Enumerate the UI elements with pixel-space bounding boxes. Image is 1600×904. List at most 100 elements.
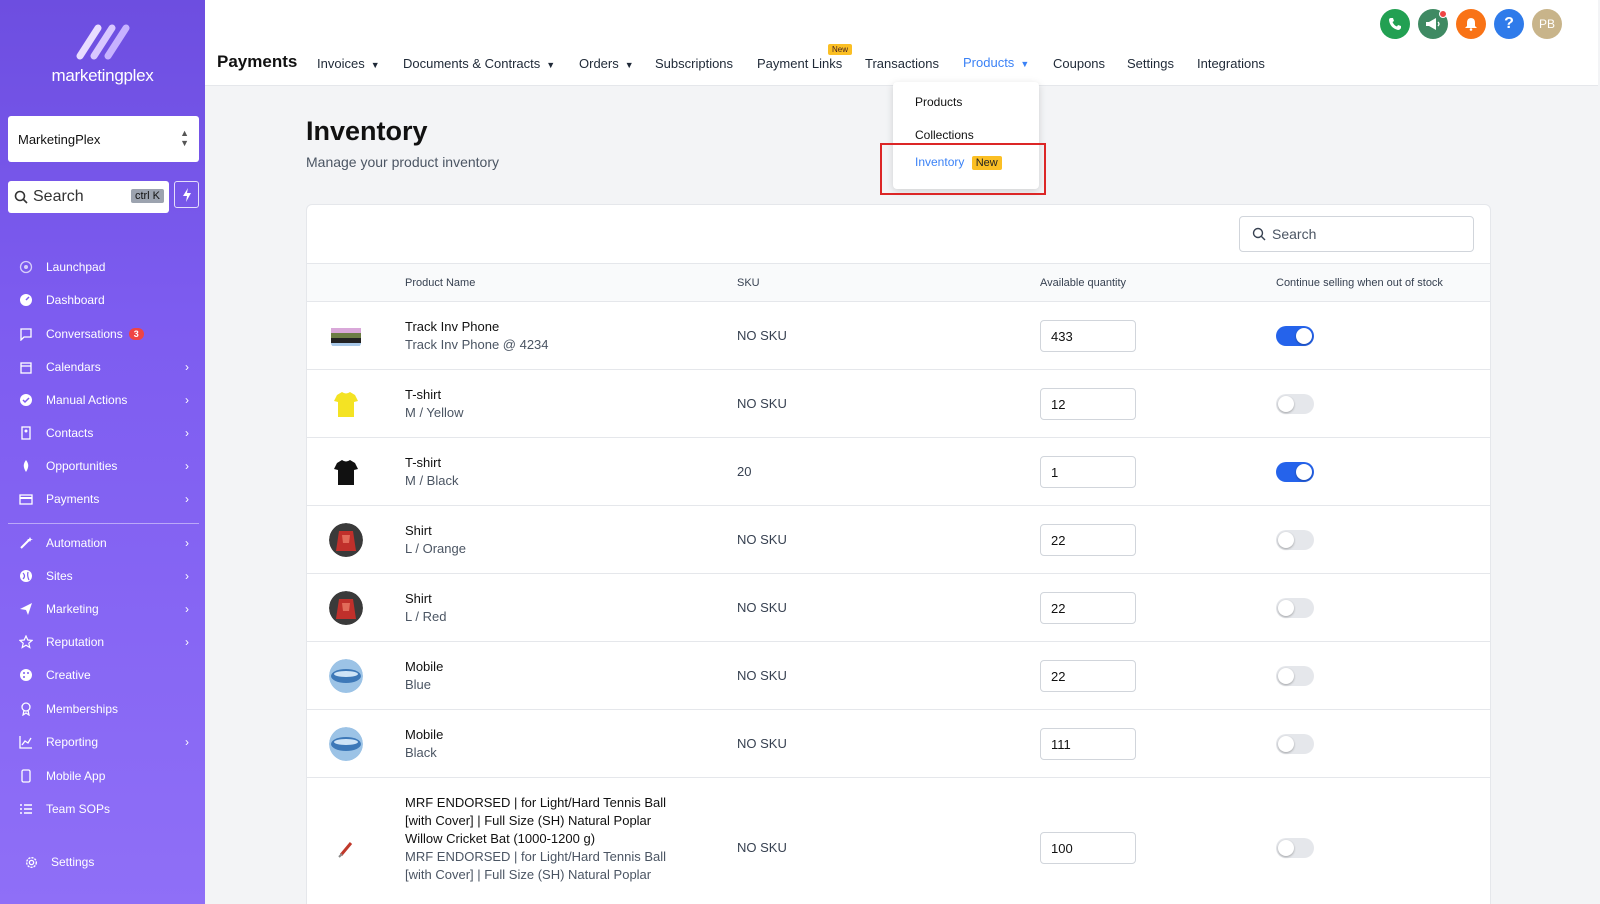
sidebar-item-automation[interactable]: Automation › xyxy=(0,530,205,556)
column-header-product-name[interactable]: Product Name xyxy=(405,277,475,289)
column-header-sku[interactable]: SKU xyxy=(737,277,760,289)
table-row[interactable]: Mobile Blue NO SKU 22 xyxy=(307,642,1490,710)
tab-products[interactable]: Products ▼ xyxy=(963,55,1029,70)
column-header-available-quantity[interactable]: Available quantity xyxy=(1040,277,1126,289)
tab-orders[interactable]: Orders ▼ xyxy=(579,56,634,71)
logo-text: marketingplex xyxy=(51,66,154,85)
sidebar-item-manual-actions[interactable]: Manual Actions › xyxy=(0,387,205,413)
product-sku: NO SKU xyxy=(737,328,787,343)
quantity-input[interactable]: 12 xyxy=(1040,388,1136,420)
sidebar-item-payments[interactable]: Payments › xyxy=(0,486,205,512)
product-variant: M / Yellow xyxy=(405,405,464,420)
sidebar-item-label: Dashboard xyxy=(46,293,105,307)
continue-selling-toggle[interactable] xyxy=(1276,838,1314,858)
quantity-input[interactable]: 111 xyxy=(1040,728,1136,760)
toggle-knob xyxy=(1278,532,1294,548)
table-search-input[interactable]: Search xyxy=(1239,216,1474,252)
tab-subscriptions[interactable]: Subscriptions xyxy=(655,56,733,71)
continue-selling-toggle[interactable] xyxy=(1276,530,1314,550)
table-row[interactable]: Track Inv Phone Track Inv Phone @ 4234 N… xyxy=(307,302,1490,370)
continue-selling-toggle[interactable] xyxy=(1276,462,1314,482)
account-switcher[interactable]: MarketingPlex ▲ ▼ xyxy=(8,116,199,162)
continue-selling-toggle[interactable] xyxy=(1276,734,1314,754)
sidebar-item-label: Settings xyxy=(51,855,95,869)
product-sku: NO SKU xyxy=(737,668,787,683)
tab-coupons[interactable]: Coupons xyxy=(1053,56,1105,71)
continue-selling-toggle[interactable] xyxy=(1276,598,1314,618)
sidebar-item-dashboard[interactable]: Dashboard xyxy=(0,287,205,313)
tab-label: Orders xyxy=(579,56,619,71)
quantity-input[interactable]: 100 xyxy=(1040,832,1136,864)
menu-item-products[interactable]: Products xyxy=(915,95,962,109)
tab-settings[interactable]: Settings xyxy=(1127,56,1174,71)
product-thumbnail xyxy=(329,455,363,489)
column-header-continue-selling[interactable]: Continue selling when out of stock xyxy=(1276,277,1443,289)
tab-label: Invoices xyxy=(317,56,365,71)
product-sku: 20 xyxy=(737,464,752,479)
sidebar-item-team-sops[interactable]: Team SOPs xyxy=(0,796,205,822)
continue-selling-toggle[interactable] xyxy=(1276,394,1314,414)
sidebar-item-mobile-app[interactable]: Mobile App xyxy=(0,763,205,789)
tab-label: Integrations xyxy=(1197,56,1265,71)
sidebar-item-launchpad[interactable]: Launchpad xyxy=(0,254,205,280)
sidebar-search[interactable]: Search ctrl K xyxy=(8,181,169,213)
table-row[interactable]: Shirt L / Orange NO SKU 22 xyxy=(307,506,1490,574)
product-name: MRF ENDORSED | for Light/Hard Tennis Bal… xyxy=(405,795,667,846)
notifications-button[interactable] xyxy=(1456,9,1486,39)
sidebar-item-contacts[interactable]: Contacts › xyxy=(0,420,205,446)
announcements-button[interactable] xyxy=(1418,9,1448,39)
table-row[interactable]: T-shirt M / Yellow NO SKU 12 xyxy=(307,370,1490,438)
product-name: Shirt xyxy=(405,523,432,538)
quantity-input[interactable]: 22 xyxy=(1040,524,1136,556)
sidebar-item-settings[interactable]: Settings xyxy=(0,849,205,875)
sidebar-item-reputation[interactable]: Reputation › xyxy=(0,629,205,655)
menu-item-collections[interactable]: Collections xyxy=(915,128,974,142)
continue-selling-toggle[interactable] xyxy=(1276,666,1314,686)
award-badge-icon xyxy=(18,701,34,717)
tab-invoices[interactable]: Invoices ▼ xyxy=(317,56,380,71)
credit-card-icon xyxy=(18,491,34,507)
phone-button[interactable] xyxy=(1380,9,1410,39)
rocket-icon xyxy=(18,259,34,275)
chevron-down-icon: ▼ xyxy=(546,60,556,70)
tab-documents-contracts[interactable]: Documents & Contracts ▼ xyxy=(403,56,555,71)
user-avatar[interactable]: PB xyxy=(1532,9,1562,39)
dashboard-gauge-icon xyxy=(18,292,34,308)
quantity-input[interactable]: 433 xyxy=(1040,320,1136,352)
sidebar-item-creative[interactable]: Creative xyxy=(0,662,205,688)
sidebar-item-calendars[interactable]: Calendars › xyxy=(0,354,205,380)
table-row[interactable]: MRF ENDORSED | for Light/Hard Tennis Bal… xyxy=(307,778,1490,904)
continue-selling-toggle[interactable] xyxy=(1276,326,1314,346)
chat-bubble-icon xyxy=(18,326,34,342)
tab-transactions[interactable]: Transactions xyxy=(865,56,939,71)
logo[interactable]: marketingplex xyxy=(0,24,205,86)
chevron-down-icon: ▼ xyxy=(624,60,634,70)
sidebar-item-label: Calendars xyxy=(46,360,101,374)
product-thumbnail xyxy=(329,523,363,557)
table-row[interactable]: Mobile Black NO SKU 111 xyxy=(307,710,1490,778)
sidebar-item-opportunities[interactable]: Opportunities › xyxy=(0,453,205,479)
product-variant: L / Red xyxy=(405,609,447,624)
table-row[interactable]: Shirt L / Red NO SKU 22 xyxy=(307,574,1490,642)
quantity-input[interactable]: 22 xyxy=(1040,660,1136,692)
contact-card-icon xyxy=(18,425,34,441)
quick-action-button[interactable] xyxy=(174,181,199,208)
globe-icon xyxy=(18,568,34,584)
help-button[interactable]: ? xyxy=(1494,9,1524,39)
sidebar-search-placeholder: Search xyxy=(33,188,84,205)
calendar-icon xyxy=(18,359,34,375)
sidebar-item-memberships[interactable]: Memberships xyxy=(0,696,205,722)
section-title: Payments xyxy=(217,52,298,71)
sidebar-item-marketing[interactable]: Marketing › xyxy=(0,596,205,622)
tab-label: Payment Links xyxy=(757,56,843,71)
sidebar-item-reporting[interactable]: Reporting › xyxy=(0,729,205,755)
table-row[interactable]: T-shirt M / Black 20 1 xyxy=(307,438,1490,506)
tab-payment-links[interactable]: Payment Links xyxy=(757,56,842,71)
quantity-input[interactable]: 22 xyxy=(1040,592,1136,624)
sidebar-item-label: Creative xyxy=(46,668,91,682)
quantity-input[interactable]: 1 xyxy=(1040,456,1136,488)
tab-integrations[interactable]: Integrations xyxy=(1197,56,1265,71)
sidebar-item-conversations[interactable]: Conversations 3 xyxy=(0,321,205,347)
search-icon xyxy=(1252,227,1266,241)
sidebar-item-sites[interactable]: Sites › xyxy=(0,563,205,589)
